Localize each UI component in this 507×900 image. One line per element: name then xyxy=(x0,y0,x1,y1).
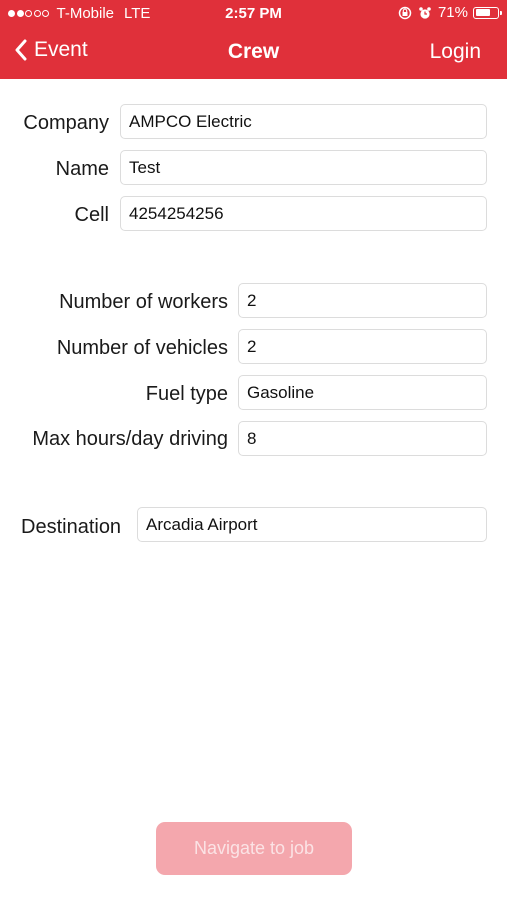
status-bar: T-Mobile LTE 2:57 PM 71% xyxy=(0,0,507,28)
destination-field[interactable] xyxy=(137,507,487,542)
battery-icon xyxy=(473,6,502,19)
company-field[interactable] xyxy=(120,104,487,139)
battery-percent: 71% xyxy=(437,4,468,21)
workers-field[interactable] xyxy=(238,283,487,318)
company-label: Company xyxy=(23,112,109,134)
battery-tip xyxy=(499,10,502,15)
login-button[interactable]: Login xyxy=(430,40,481,64)
back-button[interactable]: Event xyxy=(14,38,88,62)
vehicles-label: Number of vehicles xyxy=(56,337,228,359)
max-hours-field[interactable] xyxy=(238,421,487,456)
back-button-label: Event xyxy=(34,38,88,61)
fuel-type-label: Fuel type xyxy=(145,383,228,405)
name-field[interactable] xyxy=(120,150,487,185)
vehicles-field[interactable] xyxy=(238,329,487,364)
orientation-lock-icon xyxy=(398,6,412,19)
status-right: 71% xyxy=(398,4,502,21)
navigation-bar: Event Crew Login xyxy=(0,28,507,79)
destination-label: Destination xyxy=(21,516,122,538)
fuel-type-field[interactable] xyxy=(238,375,487,410)
cell-label: Cell xyxy=(74,204,109,226)
navigate-to-job-button[interactable]: Navigate to job xyxy=(156,822,352,875)
alarm-icon xyxy=(419,6,431,19)
max-hours-label: Max hours/day driving xyxy=(32,428,228,450)
name-label: Name xyxy=(55,158,109,180)
battery-fill xyxy=(475,9,491,16)
chevron-left-icon xyxy=(15,39,27,61)
cell-field[interactable] xyxy=(120,196,487,231)
workers-label: Number of workers xyxy=(59,291,228,313)
